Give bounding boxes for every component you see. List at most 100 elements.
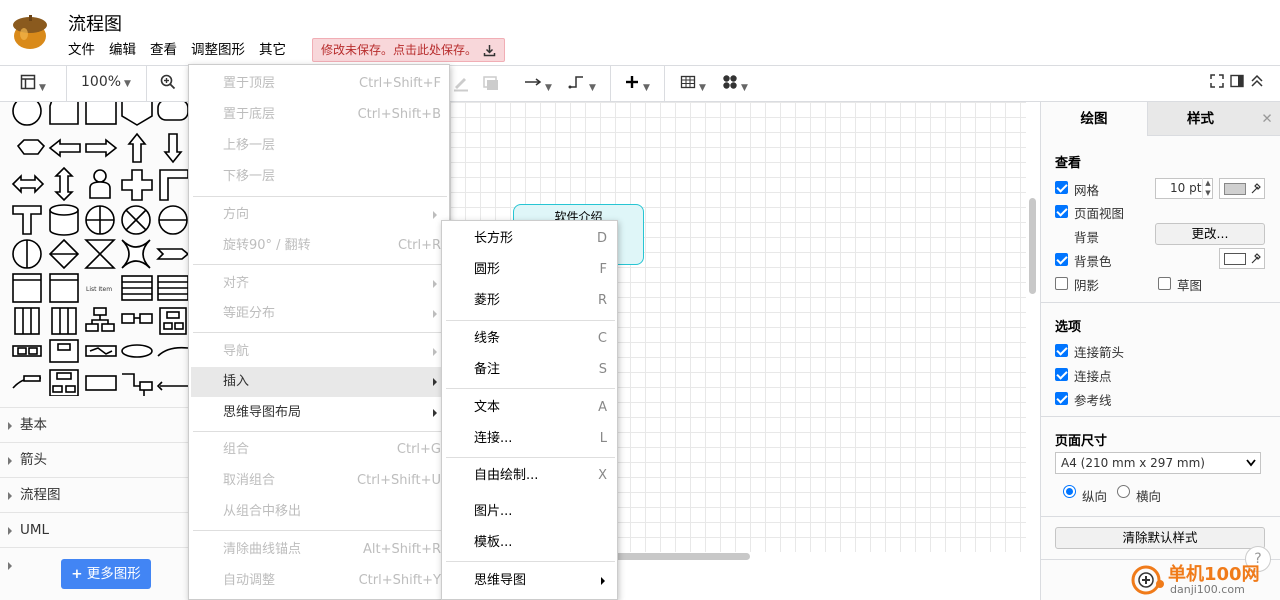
menu-arrange[interactable]: 调整图形 (191, 40, 259, 60)
step-shape-icon[interactable] (156, 248, 189, 260)
shadow-button[interactable] (482, 74, 500, 96)
callout-flat-shape-icon[interactable] (12, 375, 41, 389)
arrange-menu-item[interactable]: 清除曲线锚点 Alt+Shift+R (191, 535, 449, 565)
insert-button[interactable]: ▼ (624, 74, 650, 94)
arrange-menu-item[interactable]: 思维导图布局 (191, 398, 449, 428)
minus-circle-shape-icon[interactable] (158, 205, 188, 235)
document-title[interactable]: 流程图 (68, 10, 122, 36)
collate-shape-icon[interactable] (84, 239, 116, 269)
rectangle-shape-icon[interactable] (85, 102, 117, 125)
double-arrow-horizontal-icon[interactable] (11, 174, 45, 194)
arrange-menu-item[interactable]: 置于顶层 Ctrl+Shift+F (191, 69, 449, 99)
connection-points-checkbox[interactable] (1055, 368, 1068, 381)
hexagon-shape-icon[interactable] (16, 139, 46, 155)
clear-default-style-button[interactable]: 清除默认样式 (1055, 527, 1265, 549)
background-color-picker[interactable] (1219, 248, 1265, 269)
close-icon[interactable]: ✕ (1253, 102, 1280, 136)
category-uml[interactable]: UML (0, 512, 189, 547)
arrange-menu-item[interactable]: 插入 (191, 367, 449, 397)
menu-view[interactable]: 查看 (150, 40, 191, 60)
category-arrows[interactable]: 箭头 (0, 442, 189, 477)
arrow-shape-icon[interactable] (156, 381, 188, 391)
table-rows-alt-shape-icon[interactable] (157, 275, 189, 301)
sketch-checkbox[interactable] (1158, 277, 1171, 290)
t-shape-icon[interactable] (12, 205, 42, 235)
arrange-menu-item[interactable]: 对齐 (191, 269, 449, 299)
connection-arrows-checkbox[interactable] (1055, 344, 1068, 357)
hierarchy-shape-icon[interactable] (49, 369, 79, 396)
window-shape-icon[interactable] (12, 273, 42, 303)
list-shape-icon[interactable] (49, 273, 79, 303)
category-basic[interactable]: 基本 (0, 407, 189, 442)
arrange-menu-item[interactable]: 旋转90° / 翻转 Ctrl+R (191, 231, 449, 261)
more-shapes-button[interactable]: + 更多图形 (61, 559, 151, 589)
arrange-menu-item[interactable]: 取消组合 Ctrl+Shift+U (191, 466, 449, 496)
org-chart-shape-icon[interactable] (85, 307, 115, 332)
line-color-button[interactable] (452, 74, 470, 96)
grid-color-picker[interactable] (1219, 178, 1265, 199)
diamond-divided-shape-icon[interactable] (48, 238, 80, 270)
insert-menu-item[interactable]: 圆形 F (442, 255, 617, 285)
insert-menu-item[interactable]: 线条 C (442, 324, 617, 354)
collapse-button[interactable] (1250, 74, 1264, 92)
offpage-shape-icon[interactable] (121, 102, 153, 126)
arrange-menu-item[interactable]: 下移一层 (191, 162, 449, 192)
fullscreen-button[interactable] (1210, 74, 1224, 92)
columns-alt-shape-icon[interactable] (51, 307, 77, 335)
table-rows-shape-icon[interactable] (121, 275, 153, 301)
actor-shape-icon[interactable] (89, 169, 111, 199)
vertical-scrollbar[interactable] (1029, 198, 1036, 294)
arrow-right-icon[interactable] (85, 138, 118, 158)
arrange-menu-item[interactable]: 自动调整 Ctrl+Shift+Y (191, 566, 449, 596)
columns-shape-icon[interactable] (14, 307, 40, 335)
zoom-in-button[interactable] (160, 74, 176, 94)
background-color-checkbox[interactable] (1055, 253, 1068, 266)
insert-menu-item[interactable]: 思维导图 (442, 566, 617, 596)
horizontal-flow-shape-icon[interactable] (12, 345, 42, 357)
waypoint-button[interactable]: ▼ (568, 74, 596, 94)
arrange-menu-item[interactable]: 等距分布 (191, 299, 449, 329)
landscape-radio[interactable] (1117, 485, 1130, 498)
arrow-down-icon[interactable] (163, 133, 183, 164)
format-panel-toggle[interactable] (1230, 74, 1244, 92)
cylinder-shape-icon[interactable] (49, 204, 79, 236)
page-size-select[interactable]: A4 (210 mm x 297 mm) (1055, 452, 1261, 474)
insert-menu-item[interactable]: 自由绘制... X (442, 461, 617, 491)
insert-menu-item[interactable]: 菱形 R (442, 286, 617, 316)
table-button[interactable]: ▼ (680, 74, 706, 94)
star4-shape-icon[interactable] (121, 239, 151, 269)
double-arrow-vertical-icon[interactable] (54, 166, 74, 202)
link-chain-shape-icon[interactable] (85, 345, 117, 357)
cross-shape-icon[interactable] (121, 169, 153, 201)
menu-file[interactable]: 文件 (68, 40, 109, 60)
arrange-menu-item[interactable]: 从组合中移出 (191, 497, 449, 527)
sum-shape-icon[interactable] (121, 205, 151, 235)
arrow-up-icon[interactable] (127, 132, 147, 163)
menu-extras[interactable]: 其它 (259, 40, 300, 60)
horizontal-scrollbar[interactable] (615, 553, 750, 560)
shadow-checkbox[interactable] (1055, 277, 1068, 290)
ellipse-flat-shape-icon[interactable] (121, 344, 153, 358)
category-flowchart[interactable]: 流程图 (0, 477, 189, 512)
insert-menu-item[interactable]: 图片... (442, 497, 617, 527)
arrange-menu-item[interactable]: 组合 Ctrl+G (191, 435, 449, 465)
guides-checkbox[interactable] (1055, 392, 1068, 405)
horizontal-tree-shape-icon[interactable] (121, 313, 153, 324)
or-shape-icon[interactable] (85, 205, 115, 235)
arrow-left-icon[interactable] (48, 138, 81, 158)
insert-menu-item[interactable]: 长方形 D (442, 224, 617, 254)
shapes-button[interactable]: ▼ (722, 74, 748, 94)
change-background-button[interactable]: 更改... (1155, 223, 1265, 245)
half-circle-shape-icon[interactable] (12, 239, 42, 269)
list-item-shape-icon[interactable]: List Item (86, 286, 112, 293)
menu-edit[interactable]: 编辑 (109, 40, 150, 60)
card-shape-icon[interactable] (49, 102, 79, 125)
insert-menu-item[interactable]: 连接... L (442, 424, 617, 454)
tab-style[interactable]: 样式 (1147, 102, 1253, 136)
bracket-shape-icon[interactable] (122, 373, 153, 396)
arrange-menu-item[interactable]: 方向 (191, 200, 449, 230)
circle-shape-icon[interactable] (12, 102, 42, 126)
unsaved-changes-button[interactable]: 修改未保存。点击此处保存。 (312, 38, 506, 62)
component-shape-icon[interactable] (85, 375, 117, 391)
vertical-tree-shape-icon[interactable] (159, 307, 187, 335)
